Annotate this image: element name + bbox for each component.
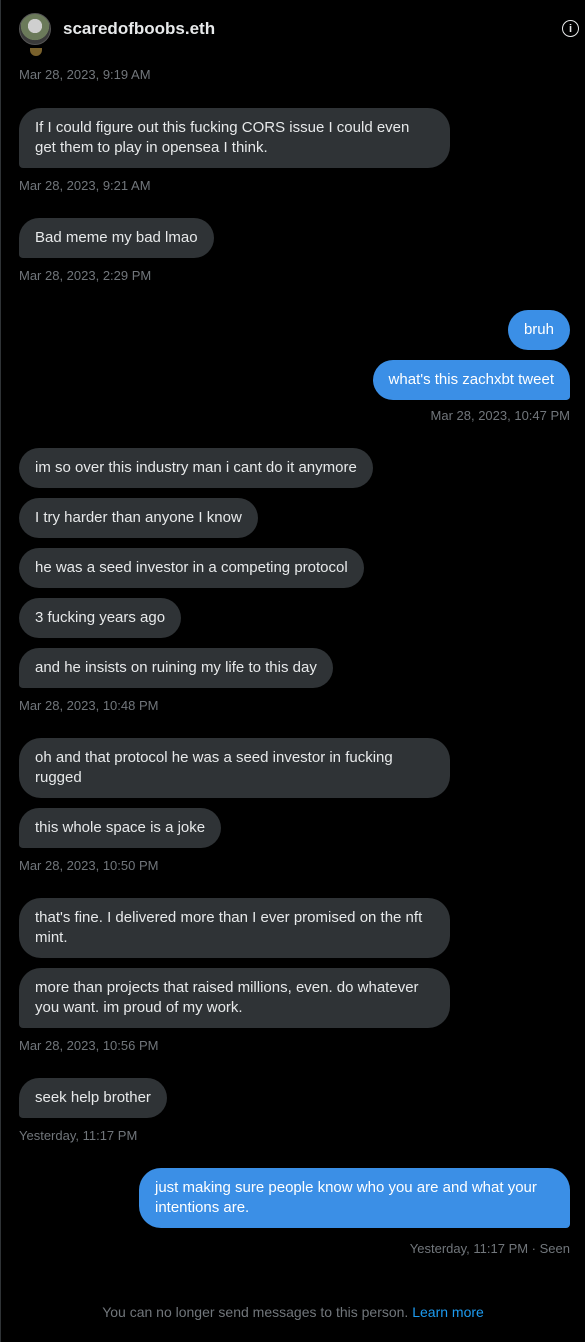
message-bubble[interactable]: just making sure people know who you are…	[139, 1168, 570, 1228]
learn-more-link[interactable]: Learn more	[412, 1304, 484, 1320]
message-timestamp: Mar 28, 2023, 10:50 PM	[19, 858, 159, 873]
messaging-disabled-notice: You can no longer send messages to this …	[1, 1304, 585, 1320]
message-bubble[interactable]: he was a seed investor in a competing pr…	[19, 548, 364, 588]
message-bubble[interactable]: this whole space is a joke	[19, 808, 222, 848]
message-bubble[interactable]: Bad meme my bad lmao	[19, 218, 214, 258]
notice-text: You can no longer send messages to this …	[102, 1304, 409, 1320]
message-timestamp: Mar 28, 2023, 10:56 PM	[19, 1038, 159, 1053]
message-timestamp: Mar 28, 2023, 9:21 AM	[19, 178, 151, 193]
info-icon[interactable]: i	[562, 20, 579, 37]
message-timestamp: Mar 28, 2023, 10:47 PM	[430, 408, 570, 423]
message-bubble[interactable]: 3 fucking years ago	[19, 598, 182, 638]
message-bubble[interactable]: I try harder than anyone I know	[19, 498, 258, 538]
avatar[interactable]	[19, 13, 51, 56]
message-timestamp: Mar 28, 2023, 10:48 PM	[19, 698, 159, 713]
message-timestamp-seen: Yesterday, 11:17 PM · Seen	[409, 1241, 570, 1256]
message-bubble[interactable]: seek help brother	[19, 1078, 167, 1118]
message-bubble[interactable]: and he insists on ruining my life to thi…	[19, 648, 333, 688]
message-bubble[interactable]: im so over this industry man i cant do i…	[19, 448, 373, 488]
conversation-username[interactable]: scaredofboobs.eth	[63, 19, 215, 39]
message-timestamp: Mar 28, 2023, 2:29 PM	[19, 268, 152, 283]
message-timestamp: Mar 28, 2023, 9:19 AM	[19, 67, 151, 82]
conversation-header: scaredofboobs.eth i	[1, 0, 585, 58]
message-bubble[interactable]: bruh	[507, 310, 570, 350]
message-bubble[interactable]: more than projects that raised millions,…	[19, 968, 450, 1028]
message-bubble[interactable]: that's fine. I delivered more than I eve…	[19, 898, 450, 958]
message-timestamp: Yesterday, 11:17 PM	[19, 1128, 138, 1143]
message-bubble[interactable]: oh and that protocol he was a seed inves…	[19, 738, 450, 798]
message-bubble[interactable]: what's this zachxbt tweet	[372, 360, 570, 400]
message-bubble[interactable]: If I could figure out this fucking CORS …	[19, 108, 450, 168]
